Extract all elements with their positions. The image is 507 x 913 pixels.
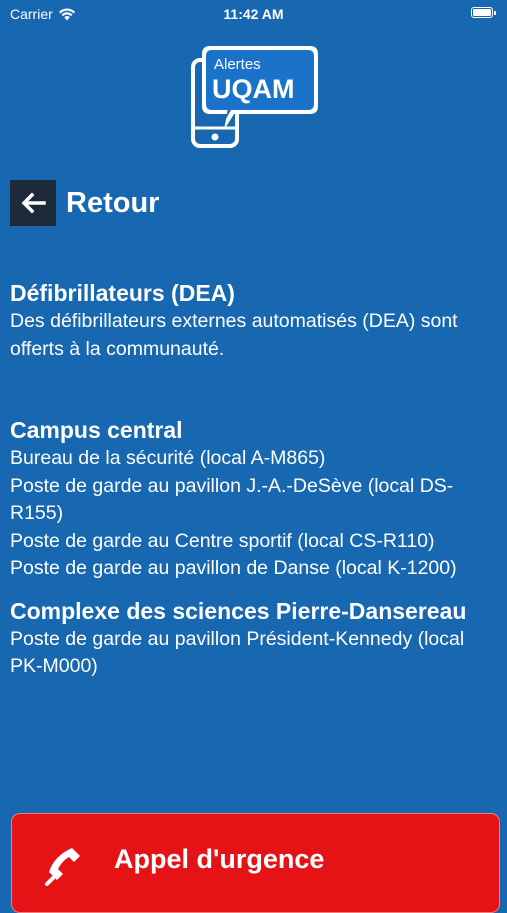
arrow-left-icon <box>21 192 46 214</box>
location-item: Poste de garde au pavillon Président-Ken… <box>10 627 465 678</box>
section-title-campus-central: Campus central <box>10 417 183 443</box>
section-title-defibrillators: Défibrillateurs (DEA) <box>10 280 235 306</box>
back-arrow-box[interactable] <box>10 180 56 226</box>
section-text: Des défibrillateurs externes automatisés… <box>10 310 458 360</box>
status-bar: Carrier 11:42 AM <box>0 0 507 28</box>
logo-line1: Alertes <box>214 56 261 73</box>
back-label[interactable]: Retour <box>66 187 159 220</box>
battery-icon <box>471 7 496 18</box>
location-item: Poste de garde au pavillon de Danse (loc… <box>10 557 457 579</box>
location-item: Bureau de la sécurité (local A-M865) <box>10 447 326 469</box>
back-button[interactable]: Retour <box>10 180 159 226</box>
emergency-call-button[interactable]: Appel d'urgence <box>11 813 500 913</box>
emergency-call-label[interactable]: Appel d'urgence <box>114 844 324 875</box>
location-item: Poste de garde au pavillon J.-A.-DeSève … <box>10 474 454 525</box>
alertes-uqam-logo: Alertes UQAM <box>191 46 318 148</box>
content-area: Défibrillateurs (DEA) Des défibrillateur… <box>10 278 498 681</box>
section-title-sciences-complex: Complexe des sciences Pierre-Dansereau <box>10 597 467 624</box>
logo-line2: UQAM <box>212 74 295 104</box>
phone-icon <box>45 848 80 886</box>
status-time: 11:42 AM <box>223 6 284 22</box>
location-item: Poste de garde au Centre sportif (local … <box>10 529 435 552</box>
